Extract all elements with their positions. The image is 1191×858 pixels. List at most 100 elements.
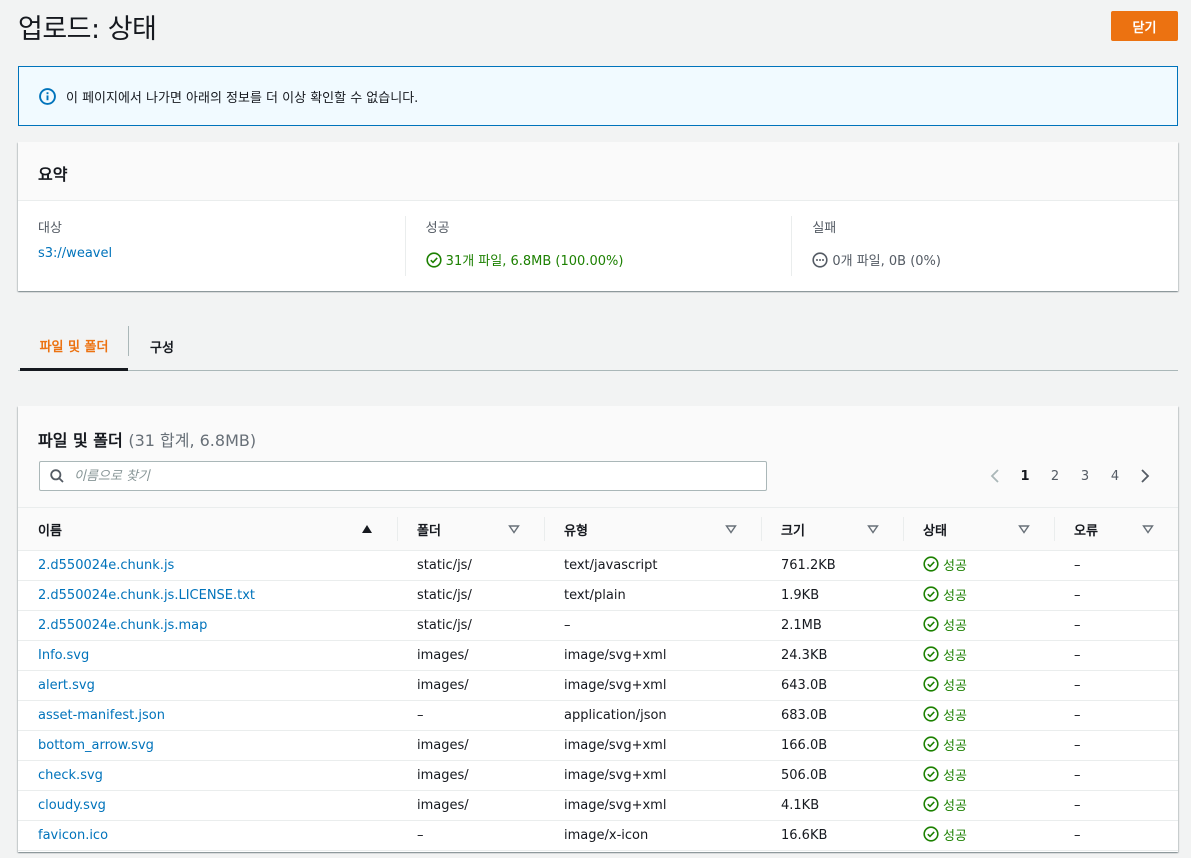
page-2-button[interactable]: 2	[1040, 464, 1070, 488]
table-row: favicon.ico – image/x-icon 16.6KB 성공 –	[18, 820, 1178, 851]
page-4-button[interactable]: 4	[1100, 464, 1130, 488]
status-text: 성공	[943, 738, 967, 754]
check-circle-icon	[923, 796, 939, 812]
cell-type: image/x-icon	[544, 820, 761, 851]
search-icon	[50, 469, 64, 483]
page-3-button[interactable]: 3	[1070, 464, 1100, 488]
column-header-size[interactable]: 크기	[761, 508, 903, 551]
pending-circle-icon	[812, 251, 828, 268]
summary-panel: 요약 대상 s3://weavel 성공 31개 파일, 6.8MB (100.…	[18, 142, 1178, 291]
cell-name: alert.svg	[18, 670, 397, 701]
file-name-link[interactable]: asset-manifest.json	[38, 708, 165, 723]
info-icon	[39, 87, 56, 105]
cell-type: application/json	[544, 700, 761, 731]
status-text: 성공	[943, 798, 967, 814]
file-name-link[interactable]: alert.svg	[38, 678, 95, 693]
cell-size: 683.0B	[761, 700, 903, 731]
cell-status: 성공	[903, 640, 1054, 671]
file-name-link[interactable]: favicon.ico	[38, 828, 108, 843]
cell-folder: images/	[397, 790, 544, 821]
sort-caret-down-icon	[1142, 523, 1154, 535]
close-button[interactable]: 닫기	[1111, 11, 1178, 41]
check-circle-icon	[923, 706, 939, 722]
cell-error: –	[1054, 670, 1178, 701]
cell-folder: images/	[397, 670, 544, 701]
cell-name: check.svg	[18, 760, 397, 791]
sort-caret-down-icon	[1018, 523, 1030, 535]
cell-status: 성공	[903, 580, 1054, 611]
file-name-link[interactable]: 2.d550024e.chunk.js	[38, 558, 174, 573]
cell-error: –	[1054, 610, 1178, 641]
next-page-button[interactable]	[1130, 464, 1160, 488]
column-header-error[interactable]: 오류	[1054, 508, 1178, 551]
file-name-link[interactable]: cloudy.svg	[38, 798, 106, 813]
cell-status: 성공	[903, 730, 1054, 761]
cell-size: 16.6KB	[761, 820, 903, 851]
status-text: 성공	[943, 708, 967, 724]
cell-status: 성공	[903, 820, 1054, 851]
cell-name: Info.svg	[18, 640, 397, 671]
files-table: 이름 폴더 유형 크기 상태 오류 2.d550024e.chunk.js sta…	[18, 508, 1178, 851]
cell-name: asset-manifest.json	[18, 700, 397, 731]
cell-folder: –	[397, 820, 544, 851]
column-header-type[interactable]: 유형	[544, 508, 761, 551]
files-panel: 파일 및 폴더 (31 합계, 6.8MB) 1 2 3 4	[18, 406, 1178, 852]
cell-name: 2.d550024e.chunk.js.map	[18, 610, 397, 641]
file-name-link[interactable]: Info.svg	[38, 648, 89, 663]
info-banner-text: 이 페이지에서 나가면 아래의 정보를 더 이상 확인할 수 없습니다.	[66, 90, 419, 106]
tab-configuration[interactable]: 구성	[130, 323, 194, 370]
summary-target-label: 대상	[38, 221, 62, 236]
cell-size: 166.0B	[761, 730, 903, 761]
cell-status: 성공	[903, 550, 1054, 581]
search-field[interactable]	[39, 461, 767, 491]
cell-folder: images/	[397, 760, 544, 791]
page-header: 업로드: 상태 닫기	[18, 0, 1178, 50]
search-input[interactable]	[74, 468, 714, 484]
cell-error: –	[1054, 580, 1178, 611]
status-text: 성공	[943, 558, 967, 574]
summary-target: 대상 s3://weavel	[18, 216, 405, 276]
column-header-name[interactable]: 이름	[18, 508, 397, 551]
column-header-status[interactable]: 상태	[903, 508, 1054, 551]
sort-caret-down-icon	[867, 523, 879, 535]
tab-files-folders[interactable]: 파일 및 폴더	[20, 323, 128, 371]
tab-divider	[128, 326, 129, 356]
cell-status: 성공	[903, 760, 1054, 791]
table-row: bottom_arrow.svg images/image/svg+xml 166.…	[18, 730, 1178, 761]
cell-type: image/svg+xml	[544, 670, 761, 701]
cell-status: 성공	[903, 700, 1054, 731]
file-name-link[interactable]: bottom_arrow.svg	[38, 738, 154, 753]
table-row: 2.d550024e.chunk.js.map static/js/–2.1MB 성…	[18, 610, 1178, 641]
cell-error: –	[1054, 730, 1178, 761]
cell-name: cloudy.svg	[18, 790, 397, 821]
check-circle-icon	[923, 676, 939, 692]
summary-success-value: 31개 파일, 6.8MB (100.00%)	[445, 254, 624, 269]
cell-folder: images/	[397, 730, 544, 761]
files-title: 파일 및 폴더 (31 합계, 6.8MB)	[38, 431, 257, 450]
check-circle-icon	[923, 826, 939, 842]
page-1-button[interactable]: 1	[1010, 464, 1040, 488]
page-title: 업로드: 상태	[18, 14, 157, 45]
cell-error: –	[1054, 700, 1178, 731]
summary-title: 요약	[18, 142, 1178, 201]
summary-success: 성공 31개 파일, 6.8MB (100.00%)	[404, 216, 792, 276]
column-header-folder[interactable]: 폴더	[397, 508, 544, 551]
summary-target-link[interactable]: s3://weavel	[38, 246, 405, 261]
cell-type: text/plain	[544, 580, 761, 611]
table-row: 2.d550024e.chunk.js static/js/text/javasc…	[18, 550, 1178, 581]
status-text: 성공	[943, 618, 967, 634]
file-name-link[interactable]: check.svg	[38, 768, 103, 783]
check-circle-icon	[923, 646, 939, 662]
check-circle-icon	[923, 556, 939, 572]
status-text: 성공	[943, 828, 967, 844]
cell-status: 성공	[903, 790, 1054, 821]
cell-type: image/svg+xml	[544, 640, 761, 671]
file-name-link[interactable]: 2.d550024e.chunk.js.map	[38, 618, 207, 633]
table-row: check.svg images/image/svg+xml 506.0B 성공 –	[18, 760, 1178, 791]
status-text: 성공	[943, 768, 967, 784]
file-name-link[interactable]: 2.d550024e.chunk.js.LICENSE.txt	[38, 588, 255, 603]
previous-page-button[interactable]	[980, 464, 1010, 488]
summary-failed-label: 실패	[812, 221, 837, 236]
status-text: 성공	[943, 588, 967, 604]
cell-error: –	[1054, 550, 1178, 581]
